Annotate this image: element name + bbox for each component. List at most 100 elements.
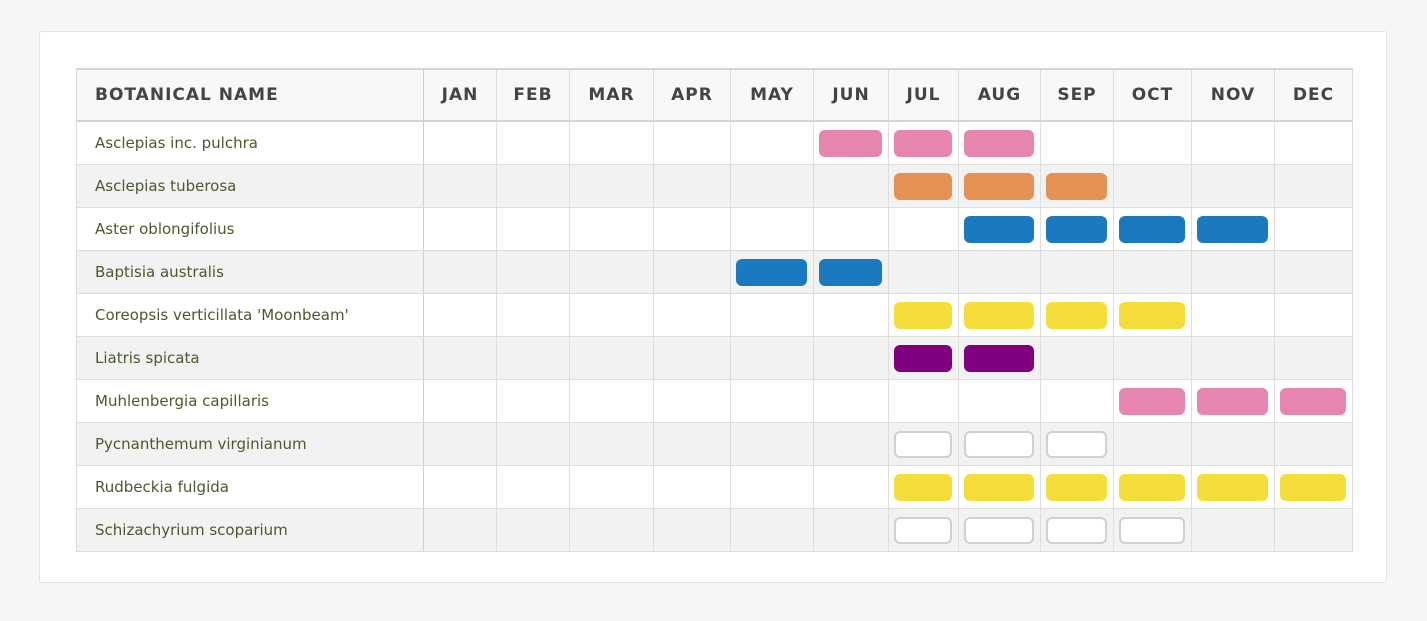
month-cell-jul [888,335,959,380]
month-cell-dec [1274,249,1353,294]
month-cell-may [730,163,814,208]
bloom-bar-pink [1280,387,1346,415]
bloom-bar-yellow [1046,301,1107,329]
month-cell-apr [653,421,731,466]
month-cell-dec [1274,507,1353,552]
month-cell-jul [888,249,959,294]
bloom-bar-white [1046,516,1107,544]
bloom-bar-blue [1197,215,1268,243]
month-cell-jul [888,421,959,466]
botanical-name-cell: Aster oblongifolius [76,206,424,251]
bloom-bar-yellow [964,301,1034,329]
month-cell-may [730,335,814,380]
month-cell-may [730,292,814,337]
bloom-bar-blue [1119,215,1185,243]
botanical-name-header: BOTANICAL NAME [76,68,424,122]
month-cell-aug [958,249,1041,294]
month-cell-jul [888,206,959,251]
bloom-bar-yellow [1280,473,1346,501]
month-cell-nov [1191,163,1275,208]
botanical-name-cell: Muhlenbergia capillaris [76,378,424,423]
month-cell-sep [1040,421,1114,466]
month-cell-mar [569,292,654,337]
month-cell-oct [1113,120,1192,165]
month-cell-mar [569,120,654,165]
bloom-bar-white [894,430,952,458]
month-cell-jun [813,507,889,552]
month-cell-sep [1040,249,1114,294]
month-cell-oct [1113,292,1192,337]
bloom-bar-orange [964,172,1034,200]
month-cell-may [730,378,814,423]
month-cell-jun [813,120,889,165]
bloom-bar-yellow [964,473,1034,501]
month-cell-dec [1274,163,1353,208]
month-cell-aug [958,335,1041,380]
month-cell-aug [958,507,1041,552]
month-cell-oct [1113,421,1192,466]
month-cell-oct [1113,378,1192,423]
table-row: Rudbeckia fulgida [76,464,1353,509]
bloom-bar-white [964,430,1034,458]
month-header-jun: JUN [813,68,889,122]
month-cell-mar [569,249,654,294]
bloom-bar-purple [894,344,952,372]
month-cell-mar [569,421,654,466]
month-cell-dec [1274,292,1353,337]
month-cell-jun [813,206,889,251]
month-cell-sep [1040,464,1114,509]
month-cell-jan [423,464,497,509]
month-cell-jun [813,249,889,294]
month-cell-may [730,464,814,509]
month-cell-feb [496,249,570,294]
bloom-bar-blue [819,258,882,286]
month-cell-jan [423,292,497,337]
month-cell-feb [496,464,570,509]
bloom-bar-pink [964,130,1034,157]
month-cell-nov [1191,120,1275,165]
bloom-bar-pink [894,130,952,157]
bloom-table-body: Asclepias inc. pulchra Asclepias tuberosa… [76,120,1353,552]
month-cell-nov [1191,464,1275,509]
month-header-apr: APR [653,68,731,122]
month-cell-dec [1274,464,1353,509]
month-cell-sep [1040,335,1114,380]
month-cell-may [730,206,814,251]
month-cell-jul [888,292,959,337]
month-cell-oct [1113,464,1192,509]
month-cell-nov [1191,206,1275,251]
month-cell-dec [1274,335,1353,380]
table-row: Schizachyrium scoparium [76,507,1353,552]
month-cell-jun [813,335,889,380]
botanical-name-cell: Schizachyrium scoparium [76,507,424,552]
month-cell-feb [496,120,570,165]
month-cell-aug [958,378,1041,423]
month-cell-oct [1113,163,1192,208]
month-cell-jan [423,421,497,466]
month-cell-jul [888,378,959,423]
month-cell-dec [1274,206,1353,251]
month-cell-jun [813,421,889,466]
month-cell-mar [569,464,654,509]
month-cell-feb [496,292,570,337]
month-cell-nov [1191,292,1275,337]
month-cell-nov [1191,249,1275,294]
month-cell-apr [653,378,731,423]
bloom-bar-white [1119,516,1185,544]
bloom-bar-white [964,516,1034,544]
month-cell-aug [958,292,1041,337]
month-cell-dec [1274,120,1353,165]
table-row: Asclepias tuberosa [76,163,1353,208]
bloom-bar-white [1046,430,1107,458]
month-cell-mar [569,206,654,251]
month-cell-oct [1113,335,1192,380]
month-cell-jan [423,163,497,208]
month-cell-apr [653,163,731,208]
month-cell-jan [423,120,497,165]
botanical-name-cell: Liatris spicata [76,335,424,380]
botanical-name-cell: Asclepias inc. pulchra [76,120,424,165]
table-row: Liatris spicata [76,335,1353,380]
botanical-name-cell: Pycnanthemum virginianum [76,421,424,466]
month-cell-sep [1040,292,1114,337]
month-cell-aug [958,464,1041,509]
